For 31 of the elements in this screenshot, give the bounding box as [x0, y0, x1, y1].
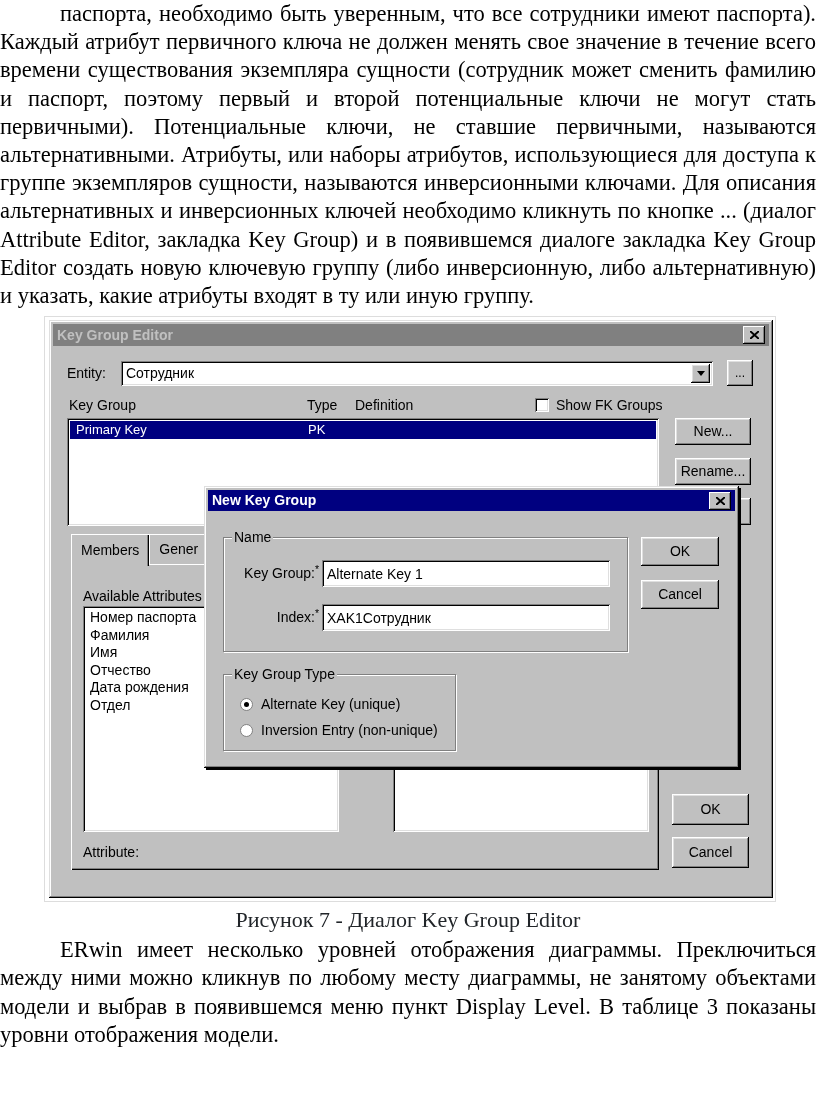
- side-button[interactable]: Rename...: [675, 458, 751, 486]
- field-label: Key Group:$^{*}$: [243, 563, 320, 584]
- list-label: Available Attributes: [83, 587, 203, 607]
- body-paragraph: паспорта, необходимо быть уверенным, что все сотрудники имеют паспорта). Каждый атрибут первичного ключа не должен менять свое значение в течение всего времени существования экземпляра сущности (сотрудник может сменить фамилию и паспорт, поэтому первый и второй потенциальные ключи не могут стать первичными). Потенциальные ключи, не ставшие первичными, называются альтернативными. Атрибуты, или наборы атрибутов, использующиеся для доступа к группе экземпляров сущности, называются инверсионными ключами. Для описания альтернативных и инверсионных ключей необходимо кликнуть по кнопке ... (диалог Attribute Editor, закладка Key Group) и в появившемся диалоге закладка Key Group Editor создать новую ключевую группу (либо инверсионную, либо альтернативную) и указать, какие атрибуты входят в ту или иную группу.: [0, 0, 816, 311]
- window-title: Key Group Editor: [57, 325, 173, 345]
- dialog-button[interactable]: OK: [641, 537, 719, 567]
- list-cell-text: Primary Key: [76, 421, 148, 440]
- column-header: Key Group: [69, 395, 137, 415]
- list-cell: PK: [308, 421, 326, 440]
- field-label: Entity:: [67, 363, 107, 383]
- checkbox-label: Show FK Groups: [556, 395, 663, 415]
- side-button[interactable]: New...: [675, 418, 751, 446]
- status-label: Attribute:: [83, 843, 141, 863]
- input-field[interactable]: XAK1Сотрудник: [322, 604, 610, 632]
- body-paragraph: ERwin имеет несколько уровней отображения диаграммы. Преключиться между ними можно кликнув по любому месту диаграммы, не занятому объектами модели и выбрав в появившемся меню пункт Display Level. В таблице 3 показаны уровни отображения модели.: [0, 936, 816, 1049]
- field-label: Index:$^{*}$: [275, 607, 320, 628]
- column-header: Definition: [355, 395, 415, 415]
- dialog-button[interactable]: OK: [672, 794, 749, 826]
- dialog-button[interactable]: Cancel: [672, 837, 749, 869]
- figure-caption: Рисунок 7 - Диалог Key Group Editor: [234, 906, 582, 935]
- entity-dropdown[interactable]: Сотрудник: [121, 360, 713, 386]
- radio-label: Inversion Entry (non-unique): [261, 720, 438, 740]
- input-field[interactable]: Alternate Key 1: [322, 560, 610, 588]
- window-title: New Key Group: [212, 491, 317, 511]
- dialog-button[interactable]: Cancel: [641, 580, 719, 610]
- column-header: Type: [307, 395, 339, 415]
- list-row[interactable]: Primary Key PK: [70, 421, 656, 440]
- tab[interactable]: Members: [71, 534, 150, 567]
- radio-label: Alternate Key (unique): [261, 694, 401, 714]
- browse-button[interactable]: ...: [727, 360, 753, 387]
- group-label: Key Group Type: [232, 666, 337, 683]
